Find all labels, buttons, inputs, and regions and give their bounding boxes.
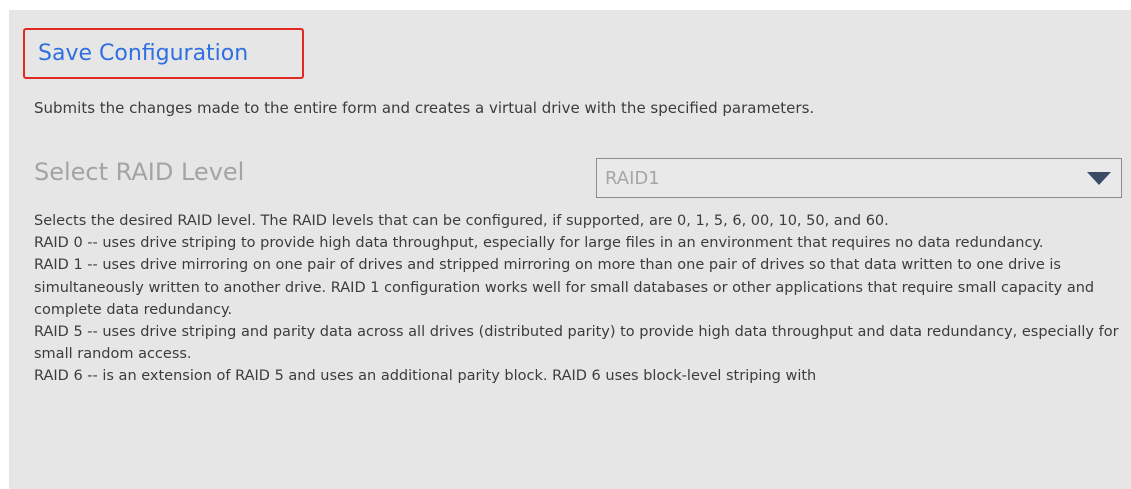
help-panel: Save Configuration Submits the changes m… (9, 10, 1131, 489)
save-configuration-description: Submits the changes made to the entire f… (34, 99, 815, 117)
dropdown-arrow-icon[interactable] (1087, 172, 1111, 185)
save-configuration-link[interactable]: Save Configuration (23, 28, 304, 79)
raid-6-description: RAID 6 -- is an extension of RAID 5 and … (34, 368, 817, 385)
raid-0-description: RAID 0 -- uses drive striping to provide… (34, 235, 1044, 252)
raid-level-label: Select RAID Level (34, 158, 245, 186)
raid-level-selected-value: RAID1 (605, 167, 660, 189)
save-configuration-label: Save Configuration (38, 41, 249, 66)
raid-5-description: RAID 5 -- uses drive striping and parity… (34, 324, 1119, 363)
raid-level-dropdown[interactable]: RAID1 (596, 158, 1122, 198)
raid-level-description: Selects the desired RAID level. The RAID… (34, 210, 1119, 388)
raid-1-description: RAID 1 -- uses drive mirroring on one pa… (34, 257, 1095, 318)
raid-description-intro: Selects the desired RAID level. The RAID… (34, 213, 889, 229)
